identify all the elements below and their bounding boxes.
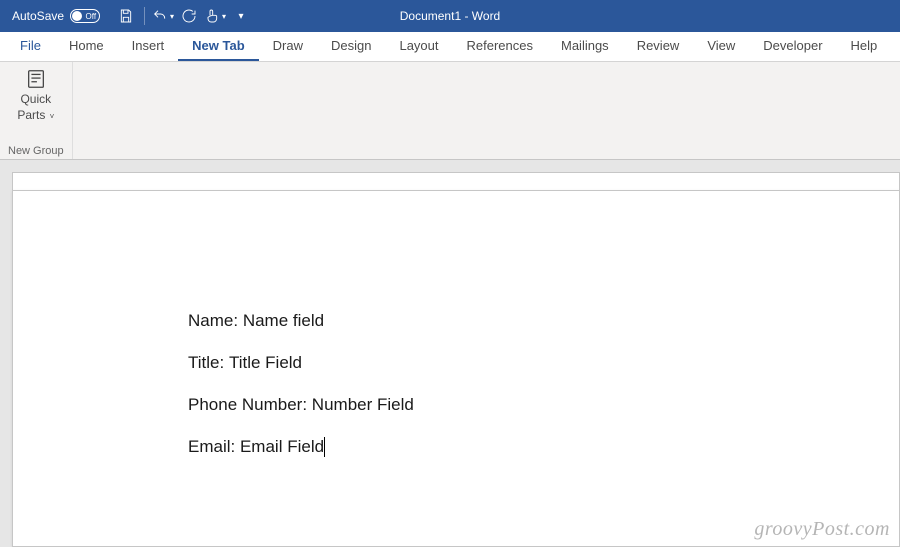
field-value: Name field xyxy=(243,311,324,331)
field-label: Name xyxy=(188,311,243,331)
tab-view[interactable]: View xyxy=(693,32,749,61)
autosave-toggle[interactable]: AutoSave Off xyxy=(0,9,108,23)
field-value: Number Field xyxy=(312,395,414,415)
doc-line[interactable]: NameName field xyxy=(188,311,899,331)
tab-help[interactable]: Help xyxy=(837,32,892,61)
tab-layout[interactable]: Layout xyxy=(385,32,452,61)
document-body[interactable]: NameName field TitleTitle Field Phone Numb… xyxy=(188,311,899,457)
tab-new-tab[interactable]: New Tab xyxy=(178,32,259,61)
touch-icon xyxy=(204,8,220,24)
doc-line[interactable]: TitleTitle Field xyxy=(188,353,899,373)
tab-mailings[interactable]: Mailings xyxy=(547,32,623,61)
tab-insert[interactable]: Insert xyxy=(118,32,179,61)
chevron-down-icon: ▾ xyxy=(170,12,174,21)
tab-design[interactable]: Design xyxy=(317,32,385,61)
field-value: Title Field xyxy=(229,353,302,373)
save-icon xyxy=(118,8,134,24)
quick-access-toolbar: ▾ ▾ ▾ xyxy=(108,4,253,28)
horizontal-ruler[interactable] xyxy=(12,172,900,190)
field-label: Phone Number xyxy=(188,395,312,415)
chevron-down-icon: ▾ xyxy=(222,12,226,21)
ribbon-tabs: FileHomeInsertNew TabDrawDesignLayoutRef… xyxy=(0,32,900,62)
title-bar: AutoSave Off ▾ ▾ xyxy=(0,0,900,32)
quick-parts-icon xyxy=(25,68,47,90)
doc-line[interactable]: Phone NumberNumber Field xyxy=(188,395,899,415)
ribbon-group-new-group: Quick Parts ˅ New Group xyxy=(0,62,73,159)
workspace: NameName field TitleTitle Field Phone Numb… xyxy=(0,160,900,547)
field-value: Email Field xyxy=(240,437,324,457)
tab-draw[interactable]: Draw xyxy=(259,32,317,61)
ribbon-group-label: New Group xyxy=(8,145,64,157)
touch-mode-button[interactable]: ▾ xyxy=(203,4,227,28)
qat-separator xyxy=(144,7,145,25)
document-page[interactable]: NameName field TitleTitle Field Phone Numb… xyxy=(12,190,900,547)
customize-qat-button[interactable]: ▾ xyxy=(229,4,253,28)
tab-references[interactable]: References xyxy=(453,32,547,61)
quick-parts-label-1: Quick xyxy=(20,92,51,106)
autosave-state: Off xyxy=(86,12,97,21)
undo-button[interactable]: ▾ xyxy=(151,4,175,28)
autosave-label: AutoSave xyxy=(12,9,64,23)
tab-file[interactable]: File xyxy=(6,32,55,61)
undo-icon xyxy=(152,8,168,24)
tab-review[interactable]: Review xyxy=(623,32,694,61)
ribbon-body: Quick Parts ˅ New Group xyxy=(0,62,900,160)
save-button[interactable] xyxy=(114,4,138,28)
chevron-down-icon: ˅ xyxy=(47,112,54,121)
doc-line[interactable]: EmailEmail Field xyxy=(188,437,899,457)
quick-parts-label-2: Parts ˅ xyxy=(17,108,54,122)
field-label: Title xyxy=(188,353,229,373)
tab-home[interactable]: Home xyxy=(55,32,118,61)
redo-icon xyxy=(181,8,197,24)
tab-developer[interactable]: Developer xyxy=(749,32,836,61)
field-label: Email xyxy=(188,437,240,457)
quick-parts-button[interactable]: Quick Parts ˅ xyxy=(13,66,58,125)
overflow-icon: ▾ xyxy=(239,11,244,22)
redo-button[interactable] xyxy=(177,4,201,28)
autosave-toggle-switch[interactable]: Off xyxy=(70,9,100,23)
text-cursor xyxy=(324,437,325,457)
